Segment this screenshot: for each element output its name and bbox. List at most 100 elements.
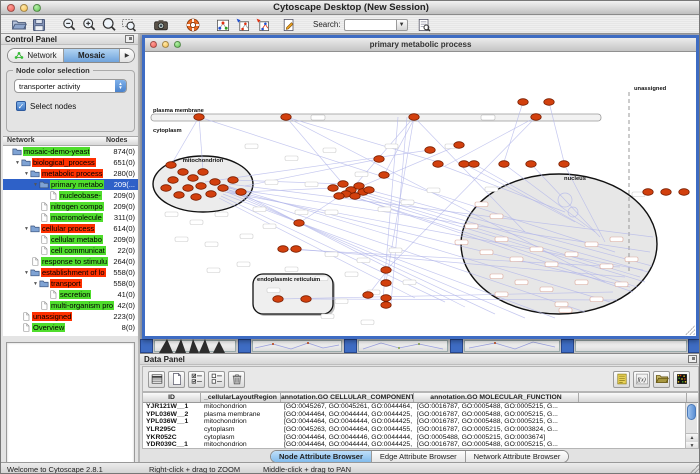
background-window-edge[interactable] bbox=[140, 339, 153, 353]
zoom-out-button[interactable] bbox=[59, 16, 79, 33]
network-node[interactable] bbox=[166, 162, 176, 169]
network-node[interactable] bbox=[559, 161, 569, 168]
float-panel-icon[interactable] bbox=[688, 355, 697, 363]
network-node[interactable] bbox=[518, 99, 528, 106]
tree-row-secretion[interactable]: secretion41(0) bbox=[3, 289, 138, 300]
search-options-button[interactable] bbox=[414, 16, 434, 33]
network-node[interactable] bbox=[188, 175, 198, 182]
network-node[interactable] bbox=[301, 296, 311, 303]
network-window-title-bar[interactable]: primary metabolic process bbox=[145, 38, 696, 52]
delete-attribute-trash-button[interactable] bbox=[228, 371, 245, 388]
network-node[interactable] bbox=[374, 156, 384, 163]
import-attributes-folder-button[interactable] bbox=[653, 371, 670, 388]
tab-edge-attribute-browser[interactable]: Edge Attribute Browser bbox=[372, 451, 466, 462]
tree-col-nodes[interactable]: Nodes bbox=[106, 137, 138, 145]
network-node[interactable] bbox=[198, 169, 208, 176]
tree-col-network[interactable]: Network bbox=[3, 137, 106, 145]
network-edge[interactable] bbox=[504, 102, 523, 162]
network-node[interactable] bbox=[531, 114, 541, 121]
network-node[interactable] bbox=[168, 177, 178, 184]
zoom-selected-button[interactable] bbox=[119, 16, 139, 33]
network-node[interactable] bbox=[679, 189, 689, 196]
tab-mosaic[interactable]: Mosaic bbox=[64, 49, 120, 62]
birdseye-view-panel[interactable] bbox=[6, 342, 135, 474]
table-row[interactable]: YJR121W__1mitochondrion[GO:0045267, GO:0… bbox=[143, 403, 698, 411]
open-folder-button[interactable] bbox=[9, 16, 29, 33]
network-node[interactable] bbox=[161, 185, 171, 192]
zoom-in-button[interactable] bbox=[79, 16, 99, 33]
tab-network-attribute-browser[interactable]: Network Attribute Browser bbox=[466, 451, 569, 462]
table-row[interactable]: YPL036W__1mitochondrion[GO:0044464, GO:0… bbox=[143, 418, 698, 426]
network-node[interactable] bbox=[643, 189, 653, 196]
table-scrollbar[interactable]: ▲ ▼ bbox=[685, 403, 697, 449]
tree-expander[interactable]: ▼ bbox=[23, 226, 30, 232]
network-node[interactable] bbox=[196, 183, 206, 190]
unselect-attributes-button[interactable] bbox=[208, 371, 225, 388]
network-node[interactable] bbox=[294, 220, 304, 227]
tree-row-macromolecule[interactable]: macromolecule311(0) bbox=[3, 212, 138, 223]
window-resize-grip[interactable] bbox=[685, 325, 695, 335]
tree-row-unassigned[interactable]: unassigned223(0) bbox=[3, 311, 138, 322]
function-builder-button[interactable]: f(x) bbox=[633, 371, 650, 388]
column-header[interactable]: annotation.GO CELLULAR_COMPONENT bbox=[281, 393, 414, 402]
network-edge[interactable] bbox=[549, 102, 564, 162]
network-node[interactable] bbox=[334, 193, 344, 200]
column-header[interactable]: _cellularLayoutRegion bbox=[201, 393, 281, 402]
net-zoom-button[interactable] bbox=[174, 41, 181, 48]
tab-overflow-arrow[interactable]: ▶ bbox=[120, 49, 134, 62]
background-window-edge[interactable] bbox=[688, 339, 700, 353]
net-minimize-button[interactable] bbox=[162, 41, 169, 48]
background-window-edge[interactable] bbox=[561, 339, 574, 353]
network-node[interactable] bbox=[218, 185, 228, 192]
column-header[interactable]: ID bbox=[143, 393, 201, 402]
tree-row-establishment-of-lo[interactable]: ▼establishment of lo558(0) bbox=[3, 267, 138, 278]
table-row[interactable]: YDR039C__1mitochondrion[GO:0044464, GO:0… bbox=[143, 441, 698, 449]
network-node[interactable] bbox=[236, 189, 246, 196]
network-node[interactable] bbox=[425, 147, 435, 154]
network-node[interactable] bbox=[178, 169, 188, 176]
network-node[interactable] bbox=[364, 187, 374, 194]
scroll-down-button[interactable]: ▼ bbox=[686, 442, 698, 449]
scrollbar-thumb[interactable] bbox=[687, 404, 696, 420]
net-close-button[interactable] bbox=[150, 41, 157, 48]
table-row[interactable]: YKR052Ccytoplasm[GO:0044464, GO:0044446,… bbox=[143, 434, 698, 442]
network-node[interactable] bbox=[381, 302, 391, 309]
search-input[interactable] bbox=[344, 19, 396, 31]
network-node[interactable] bbox=[174, 192, 184, 199]
network-node[interactable] bbox=[381, 295, 391, 302]
zoom-window-button[interactable] bbox=[33, 4, 41, 12]
app-resize-grip[interactable] bbox=[689, 463, 700, 474]
background-window-edge[interactable] bbox=[450, 339, 463, 353]
network-node[interactable] bbox=[469, 161, 479, 168]
tab-node-attribute-browser[interactable]: Node Attribute Browser bbox=[271, 451, 372, 462]
scroll-up-button[interactable]: ▲ bbox=[686, 434, 698, 442]
column-header[interactable]: annotation.GO MOLECULAR_FUNCTION bbox=[414, 393, 579, 402]
select-mode-nodes-button[interactable] bbox=[233, 16, 253, 33]
tree-row-response-to-stimulu[interactable]: response to stimulu264(0) bbox=[3, 256, 138, 267]
close-button[interactable] bbox=[7, 4, 15, 12]
tree-row-mosaic-demo-yeast[interactable]: mosaic-demo-yeast874(0) bbox=[3, 146, 138, 157]
tree-row-metabolic-process[interactable]: ▼metabolic process280(0) bbox=[3, 168, 138, 179]
network-node[interactable] bbox=[338, 181, 348, 188]
network-node[interactable] bbox=[194, 114, 204, 121]
attribute-table-button[interactable] bbox=[148, 371, 165, 388]
background-window-edge[interactable] bbox=[238, 339, 251, 353]
network-node[interactable] bbox=[381, 267, 391, 274]
tree-row-biological-process[interactable]: ▼biological_process651(0) bbox=[3, 157, 138, 168]
network-node[interactable] bbox=[363, 292, 373, 299]
network-node[interactable] bbox=[350, 193, 360, 200]
network-node[interactable] bbox=[381, 280, 391, 287]
zoom-fit-button[interactable] bbox=[99, 16, 119, 33]
network-node[interactable] bbox=[454, 142, 464, 149]
table-row[interactable]: YLR295Ccytoplasm[GO:0045263, GO:0044464,… bbox=[143, 426, 698, 434]
tree-row-overview[interactable]: Overview8(0) bbox=[3, 322, 138, 333]
tree-expander[interactable]: ▼ bbox=[32, 281, 39, 287]
network-node[interactable] bbox=[544, 99, 554, 106]
tree-expander[interactable]: ▼ bbox=[23, 270, 30, 276]
network-node[interactable] bbox=[273, 296, 283, 303]
network-node[interactable] bbox=[433, 161, 443, 168]
network-node[interactable] bbox=[379, 172, 389, 179]
tree-row-cellular-process[interactable]: ▼cellular process614(0) bbox=[3, 223, 138, 234]
network-node[interactable] bbox=[206, 191, 216, 198]
network-canvas[interactable]: plasma membranecytoplasmmitochondrionnuc… bbox=[145, 52, 696, 336]
